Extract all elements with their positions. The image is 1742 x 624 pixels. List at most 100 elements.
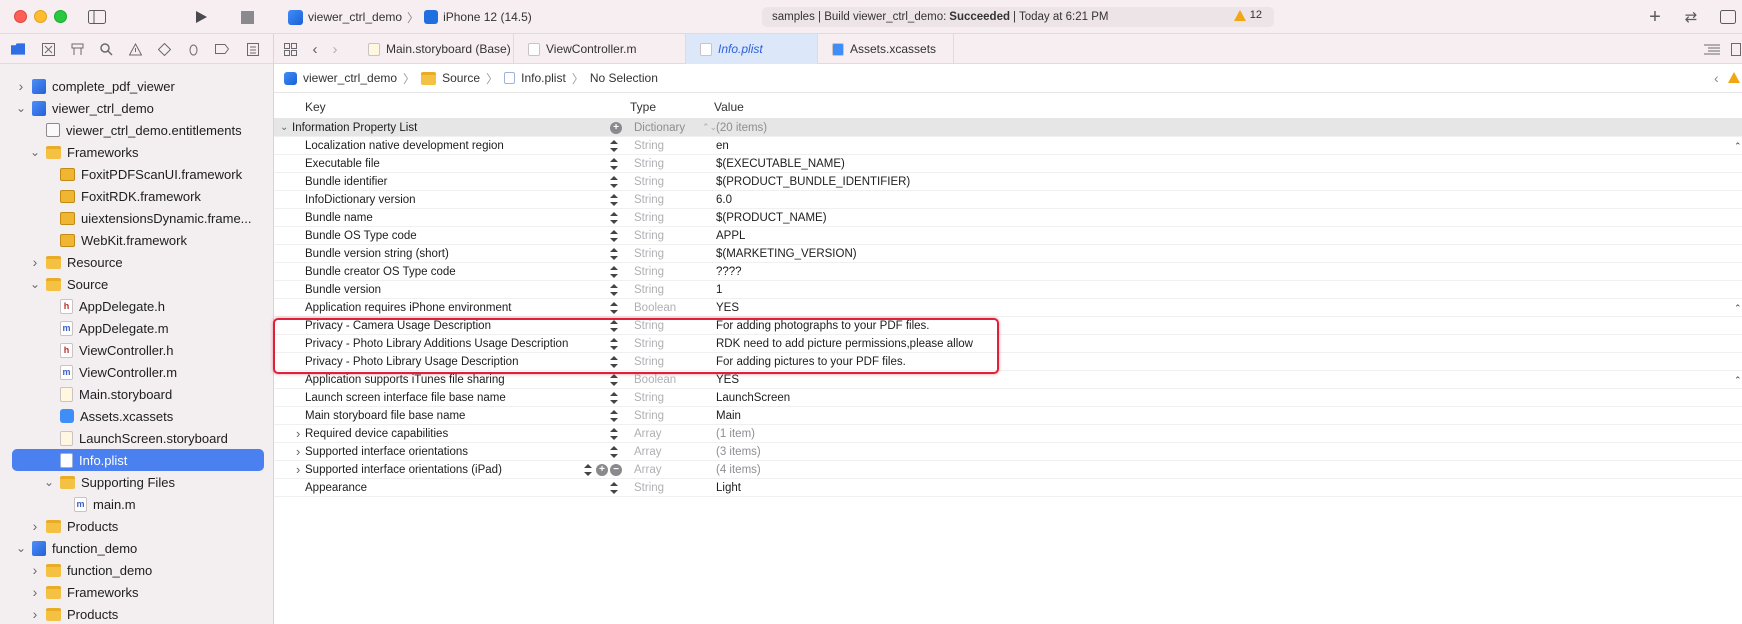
plist-key[interactable]: Main storyboard file base name (305, 407, 465, 425)
run-play-icon[interactable] (190, 6, 212, 28)
plist-key[interactable]: InfoDictionary version (305, 191, 416, 209)
navigator-item[interactable]: › function_demo (12, 559, 264, 581)
plist-key[interactable]: Bundle OS Type code (305, 227, 417, 245)
plist-value[interactable]: ???? (716, 263, 742, 281)
toggle-navigator-icon[interactable] (86, 6, 108, 28)
key-stepper-icon[interactable] (610, 446, 618, 458)
plist-row[interactable]: Bundle version String 1 (274, 281, 1742, 299)
value-stepper-icon[interactable]: ⌃ (1734, 371, 1742, 389)
chevron-down-icon[interactable]: ⌄ (44, 471, 54, 493)
plist-type[interactable]: Dictionary (634, 119, 685, 137)
navigator-item[interactable]: ⌄ Source (12, 273, 264, 295)
zoom-window-button[interactable] (54, 10, 67, 23)
plist-row[interactable]: InfoDictionary version String 6.0 (274, 191, 1742, 209)
editor-options-icon[interactable] (1702, 38, 1722, 60)
related-items-grid-icon[interactable] (282, 38, 298, 60)
navigator-item[interactable]: Assets.xcassets (12, 405, 264, 427)
plist-type[interactable]: String (634, 281, 664, 299)
navigator-item[interactable]: FoxitRDK.framework (12, 185, 264, 207)
plist-key[interactable]: Supported interface orientations (iPad) (305, 461, 502, 479)
chevron-down-icon[interactable]: ⌄ (30, 141, 40, 163)
value-stepper-icon[interactable]: ⌃ (1734, 299, 1742, 317)
plist-key[interactable]: Launch screen interface file base name (305, 389, 506, 407)
plist-type[interactable]: Array (634, 443, 661, 461)
column-header-key[interactable]: Key (305, 98, 326, 116)
key-stepper-icon[interactable] (610, 194, 618, 206)
find-navigator-search-icon[interactable] (99, 42, 113, 56)
scheme-selector[interactable]: viewer_ctrl_demo 〉 iPhone 12 (14.5) (288, 8, 532, 26)
plist-row[interactable]: Executable file String $(EXECUTABLE_NAME) (274, 155, 1742, 173)
navigator-item[interactable]: m AppDelegate.m (12, 317, 264, 339)
minimize-window-button[interactable] (34, 10, 47, 23)
toggle-inspector-icon[interactable] (1718, 6, 1738, 28)
plist-value[interactable]: Light (716, 479, 741, 497)
plist-key[interactable]: Bundle creator OS Type code (305, 263, 456, 281)
warnings-indicator[interactable]: 12 (1233, 9, 1262, 21)
key-stepper-icon[interactable] (610, 410, 618, 422)
add-row-plus-icon[interactable]: + (596, 464, 608, 476)
key-stepper-icon[interactable] (610, 284, 618, 296)
plist-type[interactable]: String (634, 191, 664, 209)
remove-row-minus-icon[interactable]: − (610, 464, 622, 476)
value-stepper-icon[interactable]: ⌃ (1734, 137, 1742, 155)
test-navigator-diamond-icon[interactable] (157, 42, 171, 56)
key-stepper-icon[interactable] (610, 302, 618, 314)
plist-row[interactable]: Bundle version string (short) String $(MAR… (274, 245, 1742, 263)
plist-key[interactable]: Localization native development region (305, 137, 504, 155)
column-header-value[interactable]: Value (714, 98, 744, 116)
plist-type[interactable]: Array (634, 461, 661, 479)
editor-tab[interactable]: Main.storyboard (Base) (354, 34, 514, 64)
plist-key[interactable]: Supported interface orientations (305, 443, 468, 461)
plist-row[interactable]: Bundle OS Type code String APPL (274, 227, 1742, 245)
forward-chevron-icon[interactable]: › (328, 38, 342, 60)
navigator-item[interactable]: uiextensionsDynamic.frame... (12, 207, 264, 229)
navigator-item[interactable]: h AppDelegate.h (12, 295, 264, 317)
plist-key[interactable]: Required device capabilities (305, 425, 448, 443)
editor-tab[interactable]: ViewController.m (514, 34, 686, 64)
navigator-item[interactable]: h ViewController.h (12, 339, 264, 361)
plist-row[interactable]: › Supported interface orientations (iPad)… (274, 461, 1742, 479)
plist-value[interactable]: (4 items) (716, 461, 761, 479)
key-stepper-icon[interactable] (610, 482, 618, 494)
plist-type[interactable]: Array (634, 425, 661, 443)
plist-type[interactable]: String (634, 389, 664, 407)
chevron-right-icon[interactable]: › (30, 603, 40, 624)
plist-key[interactable]: Bundle version (305, 281, 381, 299)
chevron-right-icon[interactable]: › (30, 251, 40, 273)
back-chevron-icon[interactable]: ‹ (308, 38, 322, 60)
previous-issue-chevron-icon[interactable]: ‹ (1714, 70, 1719, 86)
navigator-item[interactable]: viewer_ctrl_demo.entitlements (12, 119, 264, 141)
plist-key[interactable]: Application requires iPhone environment (305, 299, 511, 317)
chevron-right-icon[interactable]: › (30, 581, 40, 603)
plist-row[interactable]: Launch screen interface file base name St… (274, 389, 1742, 407)
key-stepper-icon[interactable] (610, 158, 618, 170)
navigator-item[interactable]: LaunchScreen.storyboard (12, 427, 264, 449)
breakpoint-navigator-icon[interactable] (215, 42, 229, 56)
chevron-right-icon[interactable]: › (296, 443, 300, 461)
report-navigator-icon[interactable] (246, 42, 260, 56)
plist-row[interactable]: Bundle name String $(PRODUCT_NAME) (274, 209, 1742, 227)
navigator-item[interactable]: m ViewController.m (12, 361, 264, 383)
plist-value[interactable]: 1 (716, 281, 722, 299)
plist-value[interactable]: (1 item) (716, 425, 755, 443)
navigator-item[interactable]: ⌄ Frameworks (12, 141, 264, 163)
key-stepper-icon[interactable] (610, 248, 618, 260)
key-stepper-icon[interactable] (610, 140, 618, 152)
symbol-navigator-icon[interactable] (70, 42, 84, 56)
plist-value[interactable]: en (716, 137, 729, 155)
plist-value[interactable]: YES (716, 299, 739, 317)
chevron-right-icon[interactable]: › (16, 75, 26, 97)
key-stepper-icon[interactable] (584, 464, 592, 476)
plist-value[interactable]: (3 items) (716, 443, 761, 461)
plist-row[interactable]: › Supported interface orientations Array (3… (274, 443, 1742, 461)
plist-key[interactable]: Bundle identifier (305, 173, 387, 191)
key-stepper-icon[interactable] (610, 230, 618, 242)
plist-value[interactable]: $(MARKETING_VERSION) (716, 245, 857, 263)
key-stepper-icon[interactable] (610, 266, 618, 278)
plist-value[interactable]: $(PRODUCT_NAME) (716, 209, 827, 227)
plist-type[interactable]: String (634, 479, 664, 497)
debug-navigator-icon[interactable] (186, 42, 200, 56)
plist-type[interactable]: String (634, 263, 664, 281)
issue-warning-icon[interactable] (1728, 72, 1740, 83)
navigator-item[interactable]: › Resource (12, 251, 264, 273)
